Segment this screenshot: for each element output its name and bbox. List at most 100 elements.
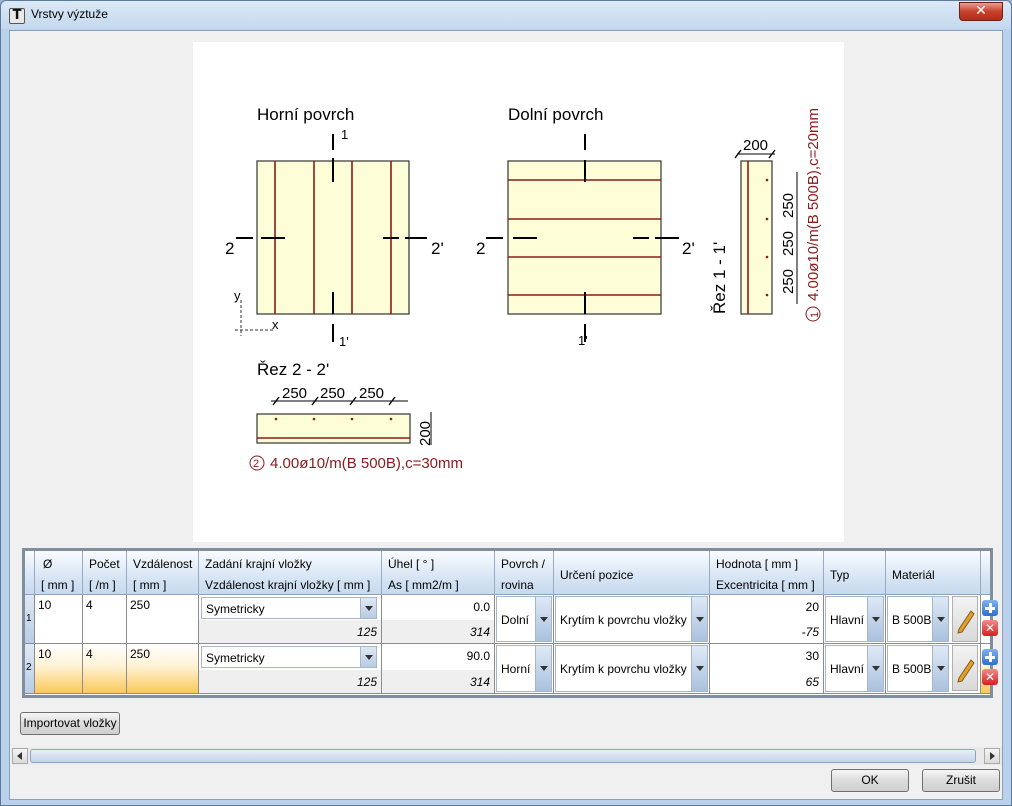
surface-select[interactable]: Horní bbox=[496, 645, 552, 692]
chevron-down-icon[interactable] bbox=[535, 597, 551, 641]
cell-edge-dist[interactable]: 125 bbox=[199, 620, 381, 643]
cell-as: 314 bbox=[382, 620, 494, 643]
pencil-icon bbox=[957, 659, 975, 683]
chevron-down-icon[interactable] bbox=[932, 597, 948, 641]
cell-edge-dist[interactable]: 125 bbox=[199, 670, 381, 693]
cell-ecc[interactable]: -75 bbox=[710, 620, 823, 643]
col-header-count[interactable]: Počet [ /m ] bbox=[83, 551, 127, 595]
col-header-surface[interactable]: Povrch / rovina bbox=[495, 551, 554, 595]
cell-dia[interactable]: 10 bbox=[35, 595, 83, 644]
cell-angle[interactable]: 0.0 314 bbox=[382, 595, 495, 644]
surface-select[interactable]: Dolní bbox=[496, 596, 552, 642]
cell-position: Krytím k povrchu vložky bbox=[554, 644, 710, 694]
col-header-material[interactable]: Materiál bbox=[886, 551, 981, 595]
dialog-window: T Vrstvy výztuže ✕ Horní povrch 1 1' 2 2… bbox=[0, 0, 1012, 806]
chevron-down-icon[interactable] bbox=[691, 646, 707, 691]
window-title: Vrstvy výztuže bbox=[31, 7, 108, 21]
section-2-title: Řez 2 - 2' bbox=[257, 360, 329, 379]
section-mark-2p-bottom: 2' bbox=[682, 239, 695, 258]
ok-button[interactable]: OK bbox=[831, 769, 909, 792]
col-header-actions bbox=[981, 551, 990, 595]
position-select[interactable]: Krytím k povrchu vložky bbox=[555, 645, 708, 692]
cell-surface: Horní bbox=[495, 644, 554, 694]
chevron-down-icon[interactable] bbox=[932, 646, 948, 691]
title-bar[interactable]: T Vrstvy výztuže ✕ bbox=[1, 1, 1011, 29]
row-header-corner bbox=[25, 551, 35, 595]
chevron-down-icon[interactable] bbox=[535, 646, 551, 691]
cell-dia[interactable]: 10 bbox=[35, 644, 83, 694]
delete-row-icon[interactable]: ✕ bbox=[982, 669, 998, 685]
chevron-down-icon[interactable] bbox=[360, 647, 376, 667]
chevron-down-icon[interactable] bbox=[867, 646, 883, 691]
cell-spacing[interactable]: 250 bbox=[127, 595, 199, 644]
col-header-edge-dist: Vzdálenost krajní vložky [ mm ] bbox=[205, 578, 371, 592]
rebar-2-number: 2 bbox=[253, 458, 259, 470]
section-mark-2p-top: 2' bbox=[431, 239, 444, 258]
col-header-surface-label: Povrch / bbox=[501, 557, 546, 571]
close-button[interactable]: ✕ bbox=[959, 2, 1003, 21]
section-1-dim-a: 250 bbox=[780, 193, 797, 218]
edge-mode-select[interactable]: Symetricky bbox=[201, 597, 377, 619]
col-header-count-unit: [ /m ] bbox=[89, 578, 116, 592]
delete-row-icon[interactable]: ✕ bbox=[982, 620, 998, 636]
col-header-dia[interactable]: Ø [ mm ] bbox=[35, 551, 83, 595]
edge-mode-select[interactable]: Symetricky bbox=[201, 646, 377, 668]
material-select[interactable]: B 500B bbox=[887, 596, 949, 642]
material-select[interactable]: B 500B bbox=[887, 645, 949, 692]
section-2-dim-b: 250 bbox=[320, 385, 345, 402]
horizontal-scrollbar[interactable] bbox=[12, 747, 1002, 765]
col-header-angle[interactable]: Úhel [ ° ] As [ mm2/m ] bbox=[382, 551, 495, 595]
cell-count[interactable]: 4 bbox=[83, 595, 127, 644]
col-header-angle-label: Úhel [ ° ] bbox=[388, 557, 435, 571]
cancel-button[interactable]: Zrušit bbox=[922, 769, 1000, 792]
col-header-spacing-unit: [ mm ] bbox=[133, 578, 167, 592]
col-header-position[interactable]: Určení pozice bbox=[554, 551, 710, 595]
row-number[interactable]: 1 bbox=[25, 595, 35, 644]
cell-edge: Symetricky 125 bbox=[199, 595, 382, 644]
col-header-value[interactable]: Hodnota [ mm ] Excentricita [ mm ] bbox=[710, 551, 824, 595]
type-select[interactable]: Hlavní bbox=[825, 596, 884, 642]
cell-material: B 500B bbox=[886, 644, 981, 694]
edit-material-button[interactable] bbox=[952, 645, 978, 691]
cell-value[interactable]: 30 65 bbox=[710, 644, 824, 694]
position-select[interactable]: Krytím k povrchu vložky bbox=[555, 596, 708, 642]
rebar-1-label: 4.00ø10/m(B 500B),c=20mm bbox=[805, 108, 822, 301]
section-2-height: 200 bbox=[417, 421, 434, 446]
section-1-width: 200 bbox=[743, 137, 768, 154]
cell-spacing[interactable]: 250 bbox=[127, 644, 199, 694]
scroll-right-button[interactable] bbox=[984, 748, 1000, 764]
chevron-down-icon[interactable] bbox=[691, 597, 707, 641]
section-mark-2-top: 2 bbox=[225, 239, 234, 258]
cell-material: B 500B bbox=[886, 595, 981, 644]
section-1-dim-b: 250 bbox=[780, 231, 797, 256]
col-header-spacing[interactable]: Vzdálenost [ mm ] bbox=[127, 551, 199, 595]
pencil-icon bbox=[957, 610, 975, 634]
row-number[interactable]: 2 bbox=[25, 644, 35, 694]
section-mark-1p-top: 1' bbox=[339, 334, 349, 349]
import-layers-button[interactable]: Importovat vložky bbox=[20, 712, 120, 735]
type-select[interactable]: Hlavní bbox=[825, 645, 884, 692]
col-header-material-label: Materiál bbox=[892, 568, 935, 582]
add-row-icon[interactable] bbox=[982, 649, 998, 665]
cell-value[interactable]: 20 -75 bbox=[710, 595, 824, 644]
cell-type: Hlavní bbox=[824, 595, 886, 644]
col-header-type[interactable]: Typ bbox=[824, 551, 886, 595]
col-header-type-label: Typ bbox=[830, 568, 850, 582]
edit-material-button[interactable] bbox=[952, 596, 978, 642]
cell-ecc[interactable]: 65 bbox=[710, 670, 823, 693]
scroll-left-button[interactable] bbox=[12, 748, 28, 764]
section-mark-1-top: 1 bbox=[341, 127, 348, 142]
cell-angle[interactable]: 90.0 314 bbox=[382, 644, 495, 694]
chevron-down-icon[interactable] bbox=[360, 598, 376, 618]
col-header-surface-label2: rovina bbox=[501, 578, 534, 592]
axis-y-label: y bbox=[234, 288, 241, 303]
cell-count[interactable]: 4 bbox=[83, 644, 127, 694]
app-icon: T bbox=[9, 8, 25, 24]
bottom-surface-title: Dolní povrch bbox=[508, 105, 603, 124]
section-1-dim-c: 250 bbox=[780, 269, 797, 294]
chevron-down-icon[interactable] bbox=[867, 597, 883, 641]
cell-edge: Symetricky 125 bbox=[199, 644, 382, 694]
scrollbar-thumb[interactable] bbox=[30, 749, 976, 763]
col-header-edge[interactable]: Zadání krajní vložky Vzdálenost krajní vl… bbox=[199, 551, 382, 595]
add-row-icon[interactable] bbox=[982, 600, 998, 616]
